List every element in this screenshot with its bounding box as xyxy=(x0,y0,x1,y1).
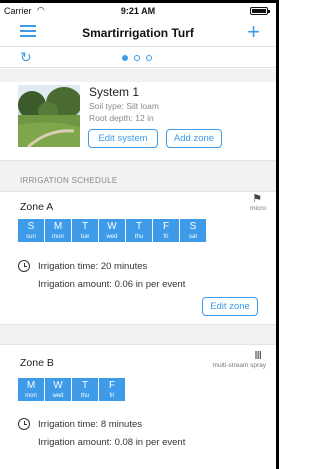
day-tue[interactable]: Ttue xyxy=(72,219,98,242)
status-time: 9:21 AM xyxy=(120,6,156,16)
system-card: System 1 Soil type: Silt loam Root depth… xyxy=(0,82,276,160)
watering-days: Ssun Mmon Ttue Wwed Tthu Ffri Ssat xyxy=(18,219,206,242)
section-label: IRRIGATION SCHEDULE xyxy=(20,176,118,185)
day-sun[interactable]: Ssun xyxy=(18,219,44,242)
irrigation-amount: Irrigation amount: 0.06 in per event xyxy=(38,279,186,290)
page-dot-1[interactable] xyxy=(122,55,128,61)
page-dot-2[interactable] xyxy=(134,55,140,61)
section-divider xyxy=(0,325,276,344)
irrigation-time: Irrigation time: 8 minutes xyxy=(38,419,143,430)
edit-zone-button[interactable]: Edit zone xyxy=(202,297,258,316)
add-icon[interactable]: + xyxy=(247,19,260,45)
page-dots xyxy=(122,55,152,61)
irrigation-schedule-header: IRRIGATION SCHEDULE xyxy=(0,160,276,192)
add-zone-button[interactable]: Add zone xyxy=(166,129,222,148)
system-photo xyxy=(18,85,80,147)
sprinkler-type: Ⅲ multi-stream spray xyxy=(213,349,266,369)
watering-days: Mmon Wwed Tthu Ffri xyxy=(18,378,125,401)
page-indicator-bar: ↻ xyxy=(0,46,276,68)
day-fri[interactable]: Ffri xyxy=(99,378,125,401)
page-dot-3[interactable] xyxy=(146,55,152,61)
day-mon[interactable]: Mmon xyxy=(45,219,71,242)
day-mon[interactable]: Mmon xyxy=(18,378,44,401)
day-fri[interactable]: Ffri xyxy=(153,219,179,242)
clock-icon xyxy=(18,260,30,272)
root-depth: Root depth: 12 in xyxy=(89,113,154,123)
status-bar: Carrier ◠ 9:21 AM xyxy=(0,3,276,19)
page-title: Smartirrigation Turf xyxy=(82,26,194,40)
system-info: System 1 Soil type: Silt loam Root depth… xyxy=(89,85,159,123)
zone-title: Zone B xyxy=(20,357,54,369)
day-sat[interactable]: Ssat xyxy=(180,219,206,242)
section-divider xyxy=(0,69,276,82)
system-name: System 1 xyxy=(89,85,140,99)
zone-title: Zone A xyxy=(20,201,54,213)
day-wed[interactable]: Wwed xyxy=(99,219,125,242)
refresh-icon[interactable]: ↻ xyxy=(20,49,32,66)
spray-sprinkler-icon: Ⅲ xyxy=(254,350,262,362)
zone-card-a: Zone A ⚑ micro Ssun Mmon Ttue Wwed Tthu … xyxy=(0,192,276,325)
sprinkler-type-label: micro xyxy=(250,205,266,212)
sprinkler-type-label: multi-stream spray xyxy=(212,362,266,369)
day-wed[interactable]: Wwed xyxy=(45,378,71,401)
edit-system-button[interactable]: Edit system xyxy=(88,129,158,148)
soil-type: Soil type: Silt loam xyxy=(89,101,159,111)
screenshot-frame-right xyxy=(276,0,279,469)
irrigation-time: Irrigation time: 20 minutes xyxy=(38,261,148,272)
micro-sprinkler-icon: ⚑ xyxy=(252,193,262,205)
navigation-bar: Smartirrigation Turf + xyxy=(0,19,276,45)
clock-icon xyxy=(18,418,30,430)
sprinkler-type: ⚑ micro xyxy=(250,192,266,212)
zone-card-b: Zone B Ⅲ multi-stream spray Mmon Wwed Tt… xyxy=(0,344,276,469)
irrigation-amount: Irrigation amount: 0.08 in per event xyxy=(38,437,186,448)
day-thu[interactable]: Tthu xyxy=(72,378,98,401)
day-thu[interactable]: Tthu xyxy=(126,219,152,242)
battery-icon xyxy=(250,7,270,15)
